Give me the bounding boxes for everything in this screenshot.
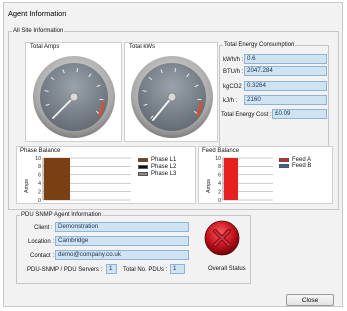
- window-title: Agent Information: [8, 9, 67, 18]
- pdu-servers-label: PDU-SNMP / PDU Servers :: [27, 267, 103, 273]
- overall-status-x-icon: [204, 220, 240, 256]
- feed-a-swatch: [279, 158, 289, 162]
- pdu-snmp-legend: PDU SNMP Agent Information: [21, 212, 102, 218]
- phase-l1-swatch: [138, 158, 148, 162]
- energy-kwh-label: kWh/h :: [223, 57, 244, 63]
- phase-balance-panel: Phase Balance Amps 10 8 6 4 2 0 Phase L1 Phas…: [16, 146, 196, 204]
- total-amps-gauge: [33, 56, 115, 138]
- feed-ytick-1: 8: [218, 164, 221, 170]
- feed-ytick-5: 0: [218, 198, 221, 204]
- phase-ytick-3: 4: [38, 181, 41, 187]
- total-amps-title: Total Amps: [30, 44, 60, 50]
- energy-kjh-label: kJ/h :: [223, 98, 238, 104]
- energy-kwh-value: 0.6: [244, 54, 327, 64]
- location-label: Location :: [28, 239, 55, 245]
- total-amps-panel: Total Amps: [25, 42, 122, 142]
- client-field[interactable]: Demonstration: [55, 222, 189, 232]
- feed-b-legend: Feed B: [292, 163, 312, 169]
- feed-bar-feed-a: [224, 158, 238, 200]
- feed-ytick-2: 6: [218, 173, 221, 179]
- total-kw-panel: Total kWs: [124, 42, 218, 142]
- pdu-servers-field[interactable]: 1: [106, 264, 117, 274]
- location-field[interactable]: Cambridge: [55, 236, 189, 246]
- energy-kgco2-value: 0.3264: [244, 81, 327, 91]
- feed-balance-ylabel: Amps: [206, 179, 212, 193]
- phase-ytick-4: 2: [38, 189, 41, 195]
- energy-btu-value: 2047.284: [244, 66, 327, 76]
- client-label: Client :: [34, 225, 53, 231]
- phase-balance-ylabel: Amps: [24, 179, 30, 193]
- contact-field[interactable]: demo@company.co.uk: [55, 250, 189, 260]
- phase-l2-swatch: [138, 165, 148, 169]
- feed-ytick-3: 4: [218, 181, 221, 187]
- energy-cost-label: Total Energy Cost :: [221, 112, 272, 118]
- total-pdus-label: Total No. PDUs :: [123, 267, 168, 273]
- phase-bar-phase-l1: [44, 158, 70, 200]
- energy-cost-value: £0.09: [272, 109, 327, 119]
- overall-status-label: Overall Status: [208, 266, 246, 272]
- energy-kjh-value: 2160: [244, 95, 327, 105]
- phase-ytick-0: 10: [35, 156, 41, 162]
- all-site-information-legend: All Site Information: [13, 28, 64, 34]
- phase-l3-legend: Phase L3: [151, 171, 177, 177]
- energy-kgco2-label: kgCO2 :: [223, 84, 246, 90]
- total-kw-gauge: [131, 56, 213, 138]
- phase-l3-swatch: [138, 172, 148, 176]
- contact-label: Contact :: [30, 253, 55, 259]
- feed-balance-panel: Feed Balance Amps 10 8 6 4 2 0 Feed A Feed B: [198, 146, 333, 204]
- energy-consumption-title: Total Energy Consumption: [224, 42, 295, 48]
- total-pdus-field[interactable]: 1: [170, 264, 185, 274]
- close-button[interactable]: Close: [286, 294, 334, 306]
- phase-ytick-1: 8: [38, 164, 41, 170]
- feed-b-swatch: [279, 164, 289, 168]
- phase-ytick-2: 6: [38, 173, 41, 179]
- phase-ytick-5: 0: [38, 198, 41, 204]
- total-kw-title: Total kWs: [129, 44, 156, 50]
- energy-btu-label: BTU/h :: [223, 69, 244, 75]
- phase-l2-legend: Phase L2: [151, 164, 177, 170]
- feed-ytick-4: 2: [218, 189, 221, 195]
- feed-balance-chart: Amps 10 8 6 4 2 0: [206, 156, 273, 204]
- feed-ytick-0: 10: [215, 156, 221, 162]
- phase-l1-legend: Phase L1: [151, 157, 177, 163]
